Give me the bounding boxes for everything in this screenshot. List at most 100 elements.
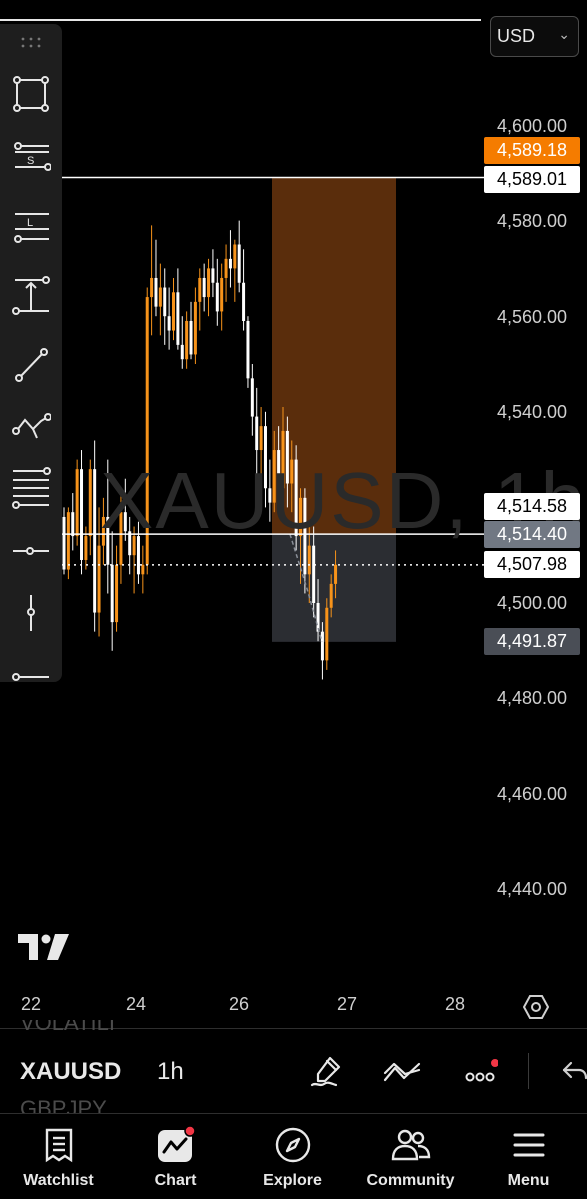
nav-label: Chart <box>154 1172 197 1189</box>
candle-body <box>224 258 228 278</box>
price-axis-label: 4,500.00 <box>497 593 568 613</box>
candle-body <box>62 516 66 570</box>
candle-body <box>246 320 250 379</box>
candle-body <box>211 268 215 283</box>
interval-label[interactable]: 1h <box>157 1058 184 1086</box>
horizontal-line-price-tag: 4,589.01 <box>484 166 580 193</box>
horizontal-ray-tool-icon[interactable] <box>8 528 54 574</box>
candle-body <box>154 277 158 307</box>
candle-body <box>80 469 84 560</box>
stop-loss-price-tag: 4,589.18 <box>484 137 580 164</box>
nav-menu[interactable]: Menu <box>470 1114 587 1199</box>
candle-body <box>93 469 97 613</box>
nav-label: Explore <box>263 1172 322 1189</box>
candle-body <box>228 258 232 269</box>
trend-line-tool-icon[interactable] <box>8 342 54 388</box>
candle-body <box>220 277 224 312</box>
candle-body <box>176 292 180 345</box>
price-axis-label: 4,440.00 <box>497 879 568 899</box>
candle-body <box>259 426 263 451</box>
last-price-tag: 4,507.98 <box>484 551 580 578</box>
more-icon <box>465 1059 498 1082</box>
ghost-symbol: VOLATILI <box>20 1020 115 1035</box>
chart-settings-icon[interactable] <box>523 994 549 1020</box>
candle-body <box>242 282 246 321</box>
candle-body <box>71 512 75 537</box>
indicators-icon <box>383 1062 421 1082</box>
undo-icon <box>562 1061 587 1080</box>
nav-label: Watchlist <box>23 1172 94 1189</box>
more-button[interactable] <box>458 1052 502 1092</box>
candle-body <box>255 416 259 451</box>
candle-body <box>66 512 70 570</box>
fib-retracement-tool-icon[interactable] <box>8 465 54 511</box>
drag-handle-icon[interactable] <box>20 36 42 48</box>
vertical-line-tool-icon[interactable] <box>8 590 54 636</box>
price-axis-label: 4,560.00 <box>497 307 568 327</box>
candle-body <box>316 603 320 632</box>
candle-body <box>320 631 324 661</box>
candle-body <box>172 292 175 331</box>
candle-body <box>207 268 211 298</box>
date-tick: 22 <box>21 994 42 1014</box>
candle-body <box>163 287 167 317</box>
symbol-list-item-previous[interactable]: VOLATILI 30m <box>20 1020 115 1044</box>
date-tick: 27 <box>337 994 358 1014</box>
nav-label: Menu <box>507 1172 550 1189</box>
candle-body <box>84 536 88 560</box>
candle-body <box>75 469 79 537</box>
candle-body <box>185 320 189 360</box>
candle-body <box>325 607 329 661</box>
path-tool-icon[interactable] <box>8 404 54 450</box>
nav-label: Community <box>366 1172 455 1189</box>
price-range-tool-icon[interactable] <box>8 273 54 319</box>
price-axis-label: 4,600.00 <box>497 116 568 136</box>
indicators-button[interactable] <box>380 1052 424 1092</box>
short-position-tool-icon[interactable]: S <box>8 133 54 179</box>
tradingview-logo-icon <box>18 934 69 960</box>
candle-body <box>215 282 219 312</box>
rectangle-tool-icon[interactable] <box>8 71 54 117</box>
date-tick: 28 <box>445 994 466 1014</box>
price-axis-label: 4,540.00 <box>497 402 568 422</box>
candle-body <box>115 564 119 623</box>
draw-button[interactable] <box>304 1052 348 1092</box>
price-axis-label: 4,460.00 <box>497 784 568 804</box>
date-tick: 26 <box>229 994 250 1014</box>
svg-text:S: S <box>27 155 34 167</box>
candle-body <box>88 469 92 537</box>
divider <box>528 1053 529 1089</box>
pen-icon <box>310 1056 341 1087</box>
nav-watchlist[interactable]: Watchlist <box>0 1114 117 1199</box>
svg-text:L: L <box>27 217 33 229</box>
nav-chart[interactable]: Chart <box>117 1114 234 1199</box>
candle-body <box>237 244 241 283</box>
nav-community[interactable]: Community <box>352 1114 469 1199</box>
horizontal-line-tool-icon[interactable] <box>8 654 54 700</box>
candle-body <box>334 564 338 584</box>
community-icon <box>391 1129 430 1161</box>
candle-body <box>180 344 184 360</box>
price-axis-label: 4,480.00 <box>497 688 568 708</box>
chart-icon <box>157 1126 196 1162</box>
price-axis-label: 4,580.00 <box>497 211 568 231</box>
candle-body <box>202 277 206 298</box>
symbol-name[interactable]: XAUUSD <box>20 1058 121 1086</box>
candle-body <box>307 545 311 575</box>
ghost-symbol: GBPJPY <box>20 1096 107 1113</box>
candle-body <box>158 287 162 307</box>
candle-body <box>193 301 197 355</box>
candle-body <box>97 545 101 613</box>
candle-body <box>167 316 171 331</box>
long-position-tool-icon[interactable]: L <box>8 206 54 252</box>
undo-button[interactable] <box>552 1052 587 1092</box>
crosshair-price-tag: 4,514.58 <box>484 493 580 520</box>
compass-icon <box>275 1127 310 1163</box>
symbol-list-item-next[interactable]: GBPJPY 1D <box>20 1096 107 1113</box>
candle-body <box>233 244 237 269</box>
target-price-tag: 4,491.87 <box>484 628 580 655</box>
candle-body <box>150 277 154 298</box>
nav-explore[interactable]: Explore <box>234 1114 351 1199</box>
date-axis: 22 24 26 27 28 <box>0 994 587 1018</box>
hamburger-menu-icon <box>513 1133 544 1157</box>
